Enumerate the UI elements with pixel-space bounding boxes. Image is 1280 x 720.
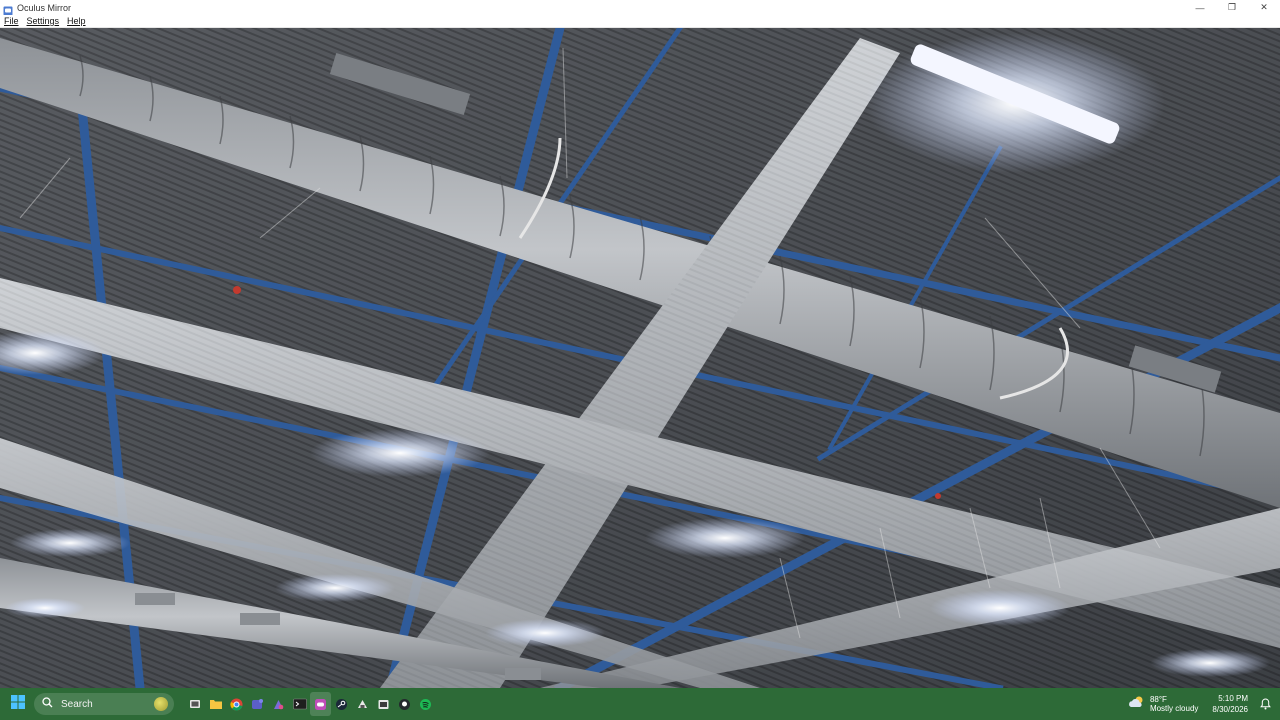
search-icon [42, 695, 53, 713]
github-icon[interactable] [394, 692, 415, 716]
window-title: Oculus Mirror [17, 2, 72, 13]
menu-help[interactable]: Help [63, 16, 90, 26]
search-highlight-icon [154, 697, 168, 711]
weather-widget[interactable]: 88°F Mostly cloudy [1128, 695, 1198, 714]
restore-button[interactable]: ❐ [1216, 0, 1248, 15]
app2-icon[interactable] [352, 692, 373, 716]
taskbar-pinned-apps [184, 692, 436, 716]
weather-temperature: 88°F [1149, 695, 1167, 704]
warehouse-ceiling-scene [0, 28, 1280, 688]
terminal-icon[interactable] [289, 692, 310, 716]
app-icon[interactable] [268, 692, 289, 716]
clock[interactable]: 5:10 PM 8/30/2026 [1212, 693, 1248, 715]
clock-time: 5:10 PM [1218, 694, 1248, 703]
minimize-button[interactable]: — [1184, 0, 1216, 15]
task-view-icon[interactable] [184, 692, 205, 716]
window-controls: — ❐ ✕ [1184, 0, 1280, 15]
vr-mirror-viewport[interactable] [0, 28, 1280, 688]
close-button[interactable]: ✕ [1248, 0, 1280, 15]
weather-text: 88°F Mostly cloudy [1150, 695, 1198, 713]
cloud-sun-icon [1128, 695, 1146, 714]
restore-icon: ❐ [1227, 2, 1237, 12]
close-icon: ✕ [1260, 2, 1268, 12]
spotify-icon[interactable] [415, 692, 436, 716]
steam-icon[interactable] [331, 692, 352, 716]
menu-bar: File Settings Help [0, 15, 1280, 28]
file-explorer-icon[interactable] [205, 692, 226, 716]
search-placeholder: Search [61, 698, 93, 710]
start-button[interactable] [6, 692, 30, 716]
menu-file[interactable]: File [0, 16, 23, 26]
minimize-icon: — [1195, 2, 1205, 13]
oculus-icon[interactable] [310, 692, 331, 716]
app3-icon[interactable] [373, 692, 394, 716]
weather-description: Mostly cloudy [1149, 704, 1199, 713]
teams-icon[interactable] [247, 692, 268, 716]
clock-date: 8/30/2026 [1212, 705, 1248, 714]
menu-settings[interactable]: Settings [23, 16, 64, 26]
taskbar-search[interactable]: Search [34, 693, 174, 715]
oculus-mirror-app-icon [3, 3, 13, 15]
title-bar: Oculus Mirror — ❐ ✕ [0, 0, 1280, 15]
notification-bell-icon[interactable] [1258, 697, 1272, 711]
chrome-icon[interactable] [226, 692, 247, 716]
taskbar: Search 88°F Mostly cloudy 5:10 PM 8/30/2… [0, 688, 1280, 720]
system-tray: 88°F Mostly cloudy 5:10 PM 8/30/2026 [1128, 688, 1280, 720]
windows-start-icon [11, 694, 25, 714]
